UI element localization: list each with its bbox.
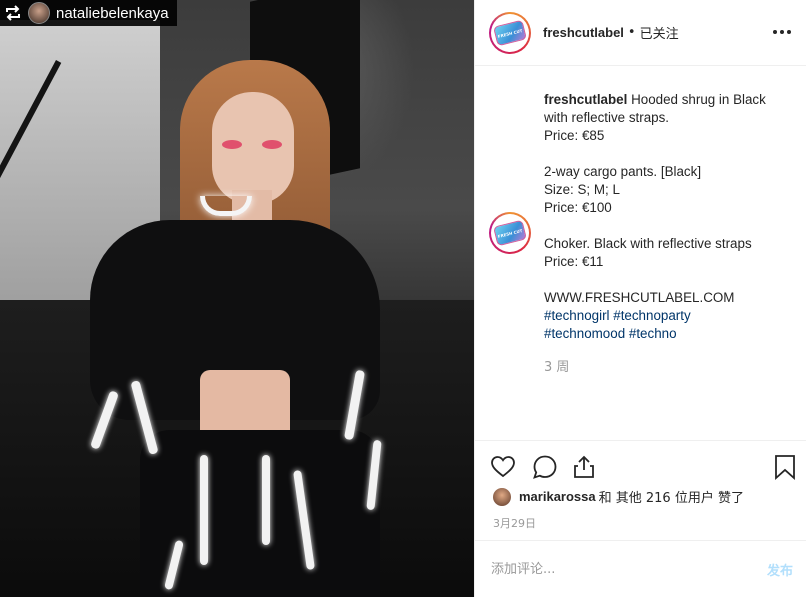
comment-bar: 发布 — [475, 540, 806, 597]
brand-logo-icon: FRESH CUT — [493, 19, 527, 46]
caption-avatar[interactable]: FRESH CUT — [489, 212, 531, 254]
caption-line: Price: €11 — [544, 254, 604, 269]
share-icon[interactable] — [570, 453, 598, 481]
likes-summary[interactable]: marikarossa 和 其他 216 位用户 赞了 — [493, 487, 744, 506]
caption-line: Choker. Black with reflective straps — [544, 236, 752, 251]
caption-line — [544, 145, 794, 163]
model-eye-left — [222, 140, 242, 149]
comment-input[interactable] — [491, 559, 731, 579]
liker-username[interactable]: marikarossa — [519, 489, 596, 504]
post-header: FRESH CUT freshcutlabel • 已关注 — [475, 0, 806, 66]
caption-line: 2-way cargo pants. [Black] — [544, 164, 702, 179]
profile-avatar[interactable]: FRESH CUT — [489, 11, 531, 54]
caption-line — [544, 217, 794, 235]
caption-line: Price: €85 — [544, 128, 605, 143]
caption-line: WWW.FRESHCUTLABEL.COM — [544, 290, 735, 305]
model-eye-right — [262, 140, 282, 149]
repost-avatar — [28, 2, 50, 24]
hashtag-line: #technomood #techno — [544, 325, 794, 343]
comment-icon[interactable] — [531, 453, 559, 481]
post-comment-button[interactable]: 发布 — [767, 560, 793, 579]
caption-line: freshcutlabel Hooded shrug in Black — [544, 92, 766, 107]
reflective-strap — [262, 455, 270, 545]
header-username[interactable]: freshcutlabel — [543, 25, 624, 40]
header-separator: • — [627, 25, 636, 40]
caption-username[interactable]: freshcutlabel — [544, 92, 627, 107]
caption-line: Price: €100 — [544, 200, 612, 215]
hashtag-line: #technogirl #technoparty — [544, 307, 794, 325]
repost-username[interactable]: nataliebelenkaya — [56, 5, 169, 22]
caption-line: Size: S; M; L — [544, 182, 620, 197]
post-date: 3月29日 — [493, 517, 536, 530]
caption-text: freshcutlabel Hooded shrug in Black with… — [544, 91, 794, 343]
repost-icon — [4, 4, 22, 22]
caption-line — [544, 271, 794, 289]
hashtag-link[interactable]: #technomood — [544, 326, 625, 341]
post-details-panel: FRESH CUT freshcutlabel • 已关注 FRESH CUT … — [474, 0, 806, 597]
reflective-strap — [200, 455, 208, 565]
follow-status-button[interactable]: 已关注 — [640, 23, 679, 42]
hashtag-link[interactable]: #technogirl — [544, 308, 610, 323]
heart-icon[interactable] — [489, 453, 517, 481]
likes-count-text[interactable]: 和 其他 216 位用户 赞了 — [599, 487, 744, 506]
bookmark-icon[interactable] — [771, 453, 799, 481]
model-face — [212, 92, 294, 204]
hashtag-link[interactable]: #techno — [629, 326, 677, 341]
caption-timestamp[interactable]: 3 周 — [544, 356, 569, 375]
caption-area: FRESH CUT freshcutlabel Hooded shrug in … — [475, 67, 806, 439]
post-photo[interactable]: nataliebelenkaya — [0, 0, 474, 597]
hashtag-link[interactable]: #technoparty — [613, 308, 690, 323]
more-options-icon[interactable] — [773, 24, 793, 40]
repost-badge[interactable]: nataliebelenkaya — [0, 0, 177, 26]
caption-line: with reflective straps. — [544, 110, 670, 125]
brand-logo-icon: FRESH CUT — [493, 219, 527, 247]
action-bar — [475, 440, 806, 492]
liker-avatar — [493, 487, 511, 506]
